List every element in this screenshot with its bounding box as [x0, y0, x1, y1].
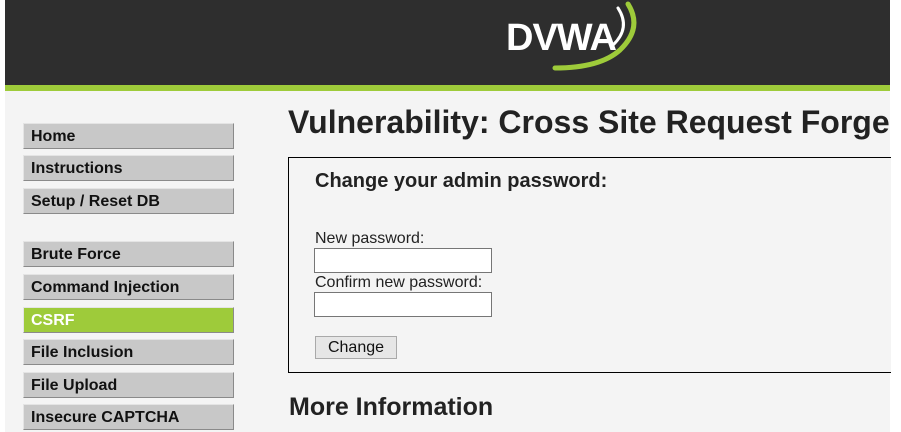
menu-item-file-upload[interactable]: File Upload	[23, 372, 234, 398]
change-button[interactable]: Change	[315, 336, 397, 359]
new-password-input[interactable]	[314, 248, 492, 273]
new-password-label: New password:	[315, 230, 425, 247]
site-header: DVWA	[5, 0, 890, 85]
more-information-heading: More Information	[289, 393, 494, 421]
page-right-margin	[890, 0, 901, 432]
menu-item-home[interactable]: Home	[23, 123, 234, 149]
menu-item-insecure-captcha[interactable]: Insecure CAPTCHA	[23, 404, 234, 430]
menu-item-command-injection[interactable]: Command Injection	[23, 274, 234, 300]
menu-item-instructions[interactable]: Instructions	[23, 155, 234, 181]
dvwa-logo: DVWA	[506, 1, 637, 71]
svg-text:DVWA: DVWA	[506, 17, 617, 59]
menu-item-setup-reset-db[interactable]: Setup / Reset DB	[23, 188, 234, 214]
change-password-form: Change your admin password: New password…	[288, 157, 891, 373]
menu-item-file-inclusion[interactable]: File Inclusion	[23, 339, 234, 365]
confirm-password-label: Confirm new password:	[315, 274, 483, 291]
menu-item-csrf[interactable]: CSRF	[23, 307, 234, 333]
header-accent-stripe	[5, 85, 890, 91]
menu-item-brute-force[interactable]: Brute Force	[23, 241, 234, 267]
page-title: Vulnerability: Cross Site Request Forger…	[288, 104, 890, 140]
form-heading: Change your admin password:	[315, 170, 608, 192]
confirm-password-input[interactable]	[314, 292, 492, 317]
